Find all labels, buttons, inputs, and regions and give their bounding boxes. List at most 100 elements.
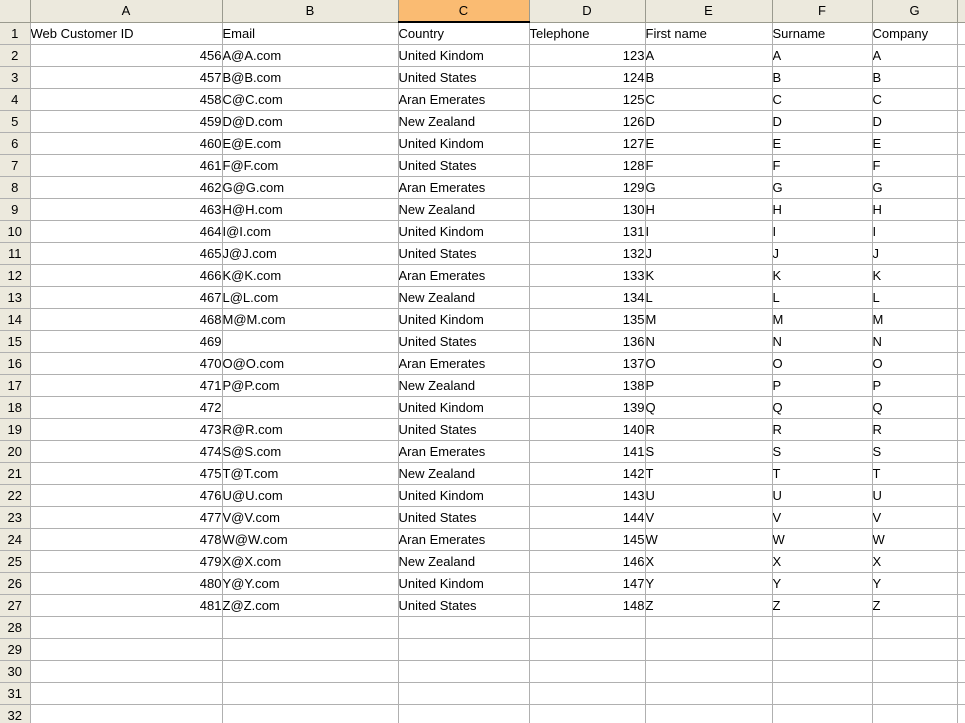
cell-email[interactable]: Y@Y.com bbox=[222, 572, 399, 595]
cell-web-customer-id[interactable]: 475 bbox=[30, 462, 223, 485]
cell-first-name[interactable] bbox=[645, 616, 773, 639]
cell-surname[interactable]: E bbox=[772, 132, 873, 155]
cell-surname[interactable]: V bbox=[772, 506, 873, 529]
cell-column-h-partial[interactable] bbox=[957, 352, 965, 375]
cell-surname[interactable]: Z bbox=[772, 594, 873, 617]
cell-telephone[interactable] bbox=[529, 682, 646, 705]
cell-first-name[interactable]: C bbox=[645, 88, 773, 111]
cell-first-name[interactable]: H bbox=[645, 198, 773, 221]
row-header-3[interactable]: 3 bbox=[0, 66, 31, 89]
spreadsheet-grid[interactable]: A B C D E F G 1 Web Customer ID Email Co… bbox=[0, 0, 965, 723]
row-header-4[interactable]: 4 bbox=[0, 88, 31, 111]
cell-g1-company[interactable]: Company bbox=[872, 22, 958, 45]
cell-web-customer-id[interactable]: 461 bbox=[30, 154, 223, 177]
cell-web-customer-id[interactable]: 463 bbox=[30, 198, 223, 221]
cell-web-customer-id[interactable] bbox=[30, 616, 223, 639]
cell-company[interactable]: E bbox=[872, 132, 958, 155]
cell-telephone[interactable] bbox=[529, 638, 646, 661]
cell-email[interactable]: J@J.com bbox=[222, 242, 399, 265]
cell-surname[interactable]: T bbox=[772, 462, 873, 485]
cell-email[interactable] bbox=[222, 704, 399, 723]
cell-email[interactable] bbox=[222, 638, 399, 661]
cell-country[interactable]: United States bbox=[398, 242, 530, 265]
column-header-h-partial[interactable] bbox=[957, 0, 965, 23]
cell-email[interactable]: G@G.com bbox=[222, 176, 399, 199]
row-header-12[interactable]: 12 bbox=[0, 264, 31, 287]
cell-telephone[interactable]: 143 bbox=[529, 484, 646, 507]
cell-email[interactable]: Z@Z.com bbox=[222, 594, 399, 617]
cell-column-h-partial[interactable] bbox=[957, 286, 965, 309]
cell-company[interactable]: P bbox=[872, 374, 958, 397]
cell-email[interactable]: D@D.com bbox=[222, 110, 399, 133]
cell-email[interactable]: T@T.com bbox=[222, 462, 399, 485]
cell-email[interactable] bbox=[222, 682, 399, 705]
cell-email[interactable]: V@V.com bbox=[222, 506, 399, 529]
cell-first-name[interactable]: G bbox=[645, 176, 773, 199]
select-all-corner[interactable] bbox=[0, 0, 31, 23]
row-header-10[interactable]: 10 bbox=[0, 220, 31, 243]
cell-first-name[interactable] bbox=[645, 682, 773, 705]
cell-first-name[interactable]: U bbox=[645, 484, 773, 507]
cell-first-name[interactable]: Z bbox=[645, 594, 773, 617]
cell-surname[interactable]: K bbox=[772, 264, 873, 287]
cell-telephone[interactable]: 132 bbox=[529, 242, 646, 265]
cell-country[interactable]: New Zealand bbox=[398, 462, 530, 485]
cell-company[interactable] bbox=[872, 660, 958, 683]
cell-web-customer-id[interactable]: 469 bbox=[30, 330, 223, 353]
cell-country[interactable]: Aran Emerates bbox=[398, 352, 530, 375]
cell-first-name[interactable]: F bbox=[645, 154, 773, 177]
cell-company[interactable]: U bbox=[872, 484, 958, 507]
cell-company[interactable]: Q bbox=[872, 396, 958, 419]
cell-surname[interactable] bbox=[772, 660, 873, 683]
cell-surname[interactable]: O bbox=[772, 352, 873, 375]
cell-surname[interactable]: S bbox=[772, 440, 873, 463]
cell-f1-surname[interactable]: Surname bbox=[772, 22, 873, 45]
cell-telephone[interactable]: 144 bbox=[529, 506, 646, 529]
cell-company[interactable]: Y bbox=[872, 572, 958, 595]
row-header-22[interactable]: 22 bbox=[0, 484, 31, 507]
cell-country[interactable]: United States bbox=[398, 66, 530, 89]
cell-country[interactable]: New Zealand bbox=[398, 550, 530, 573]
cell-web-customer-id[interactable]: 480 bbox=[30, 572, 223, 595]
cell-company[interactable]: Z bbox=[872, 594, 958, 617]
cell-column-h-partial[interactable] bbox=[957, 462, 965, 485]
cell-column-h-partial[interactable] bbox=[957, 264, 965, 287]
cell-column-h-partial[interactable] bbox=[957, 308, 965, 331]
cell-surname[interactable]: A bbox=[772, 44, 873, 67]
cell-web-customer-id[interactable]: 467 bbox=[30, 286, 223, 309]
cell-company[interactable] bbox=[872, 704, 958, 723]
row-header-14[interactable]: 14 bbox=[0, 308, 31, 331]
cell-company[interactable]: X bbox=[872, 550, 958, 573]
cell-country[interactable]: Aran Emerates bbox=[398, 176, 530, 199]
cell-first-name[interactable]: Q bbox=[645, 396, 773, 419]
cell-company[interactable]: C bbox=[872, 88, 958, 111]
cell-d1-telephone[interactable]: Telephone bbox=[529, 22, 646, 45]
cell-column-h-partial[interactable] bbox=[957, 154, 965, 177]
cell-surname[interactable]: Y bbox=[772, 572, 873, 595]
cell-surname[interactable]: B bbox=[772, 66, 873, 89]
cell-first-name[interactable]: M bbox=[645, 308, 773, 331]
cell-web-customer-id[interactable]: 464 bbox=[30, 220, 223, 243]
cell-surname[interactable]: D bbox=[772, 110, 873, 133]
cell-email[interactable]: M@M.com bbox=[222, 308, 399, 331]
cell-surname[interactable]: G bbox=[772, 176, 873, 199]
column-header-d[interactable]: D bbox=[529, 0, 646, 23]
cell-telephone[interactable]: 138 bbox=[529, 374, 646, 397]
cell-web-customer-id[interactable]: 479 bbox=[30, 550, 223, 573]
cell-surname[interactable]: P bbox=[772, 374, 873, 397]
cell-telephone[interactable]: 146 bbox=[529, 550, 646, 573]
cell-company[interactable]: L bbox=[872, 286, 958, 309]
cell-column-h-partial[interactable] bbox=[957, 528, 965, 551]
cell-column-h-partial[interactable] bbox=[957, 220, 965, 243]
cell-web-customer-id[interactable]: 460 bbox=[30, 132, 223, 155]
cell-company[interactable] bbox=[872, 682, 958, 705]
row-header-19[interactable]: 19 bbox=[0, 418, 31, 441]
cell-web-customer-id[interactable]: 477 bbox=[30, 506, 223, 529]
cell-telephone[interactable]: 128 bbox=[529, 154, 646, 177]
row-header-13[interactable]: 13 bbox=[0, 286, 31, 309]
cell-telephone[interactable]: 141 bbox=[529, 440, 646, 463]
row-header-5[interactable]: 5 bbox=[0, 110, 31, 133]
cell-surname[interactable]: Q bbox=[772, 396, 873, 419]
row-header-26[interactable]: 26 bbox=[0, 572, 31, 595]
cell-country[interactable]: United Kindom bbox=[398, 572, 530, 595]
